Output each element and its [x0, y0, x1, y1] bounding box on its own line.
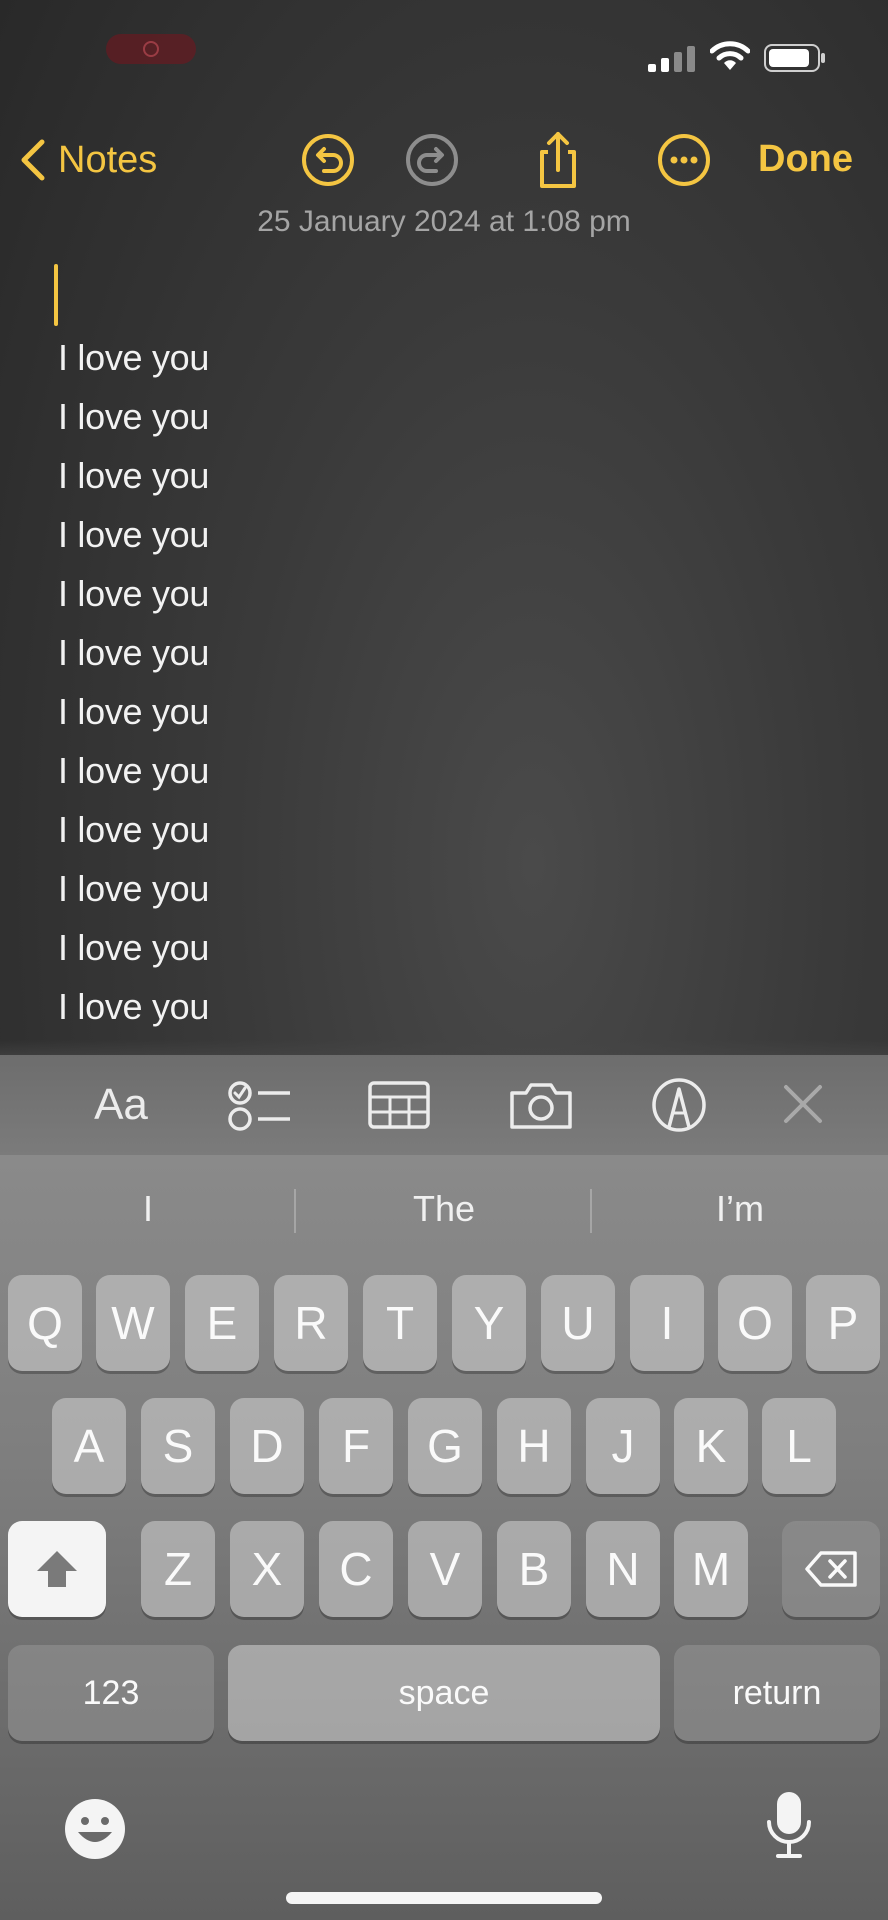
note-body[interactable]: I love you I love you I love you I love …	[58, 330, 758, 1038]
key-k[interactable]: K	[674, 1398, 748, 1494]
key-a[interactable]: A	[52, 1398, 126, 1494]
done-button[interactable]: Done	[758, 138, 853, 181]
key-n[interactable]: N	[586, 1521, 660, 1617]
back-to-notes-button[interactable]: Notes	[18, 132, 157, 188]
status-bar	[0, 0, 888, 110]
microphone-icon[interactable]	[764, 1790, 814, 1862]
note-line: I love you	[58, 868, 210, 909]
key-r[interactable]: R	[274, 1275, 348, 1371]
battery-icon	[764, 44, 825, 72]
key-e[interactable]: E	[185, 1275, 259, 1371]
key-w[interactable]: W	[96, 1275, 170, 1371]
note-line: I love you	[58, 337, 210, 378]
key-g[interactable]: G	[408, 1398, 482, 1494]
note-line: I love you	[58, 986, 210, 1027]
shift-icon	[37, 1551, 77, 1587]
suggestion-item[interactable]: I’m	[592, 1169, 888, 1249]
key-c[interactable]: C	[319, 1521, 393, 1617]
return-key[interactable]: return	[674, 1645, 880, 1741]
key-t[interactable]: T	[363, 1275, 437, 1371]
key-i[interactable]: I	[630, 1275, 704, 1371]
note-line: I love you	[58, 691, 210, 732]
key-u[interactable]: U	[541, 1275, 615, 1371]
key-y[interactable]: Y	[452, 1275, 526, 1371]
note-line: I love you	[58, 573, 210, 614]
key-d[interactable]: D	[230, 1398, 304, 1494]
note-line: I love you	[58, 927, 210, 968]
shift-key[interactable]	[8, 1521, 106, 1617]
note-line: I love you	[58, 514, 210, 555]
space-key[interactable]: space	[228, 1645, 660, 1741]
key-h[interactable]: H	[497, 1398, 571, 1494]
emoji-icon[interactable]	[62, 1796, 128, 1862]
key-j[interactable]: J	[586, 1398, 660, 1494]
wifi-icon	[710, 41, 750, 70]
key-f[interactable]: F	[319, 1398, 393, 1494]
text-style-button[interactable]: Aa	[86, 1077, 156, 1133]
share-icon[interactable]	[528, 130, 588, 190]
home-indicator[interactable]	[286, 1892, 602, 1904]
note-line: I love you	[58, 632, 210, 673]
cellular-signal-icon	[648, 46, 695, 72]
note-date: 25 January 2024 at 1:08 pm	[257, 205, 631, 238]
close-icon[interactable]	[768, 1077, 838, 1133]
back-label: Notes	[58, 138, 158, 181]
key-s[interactable]: S	[141, 1398, 215, 1494]
key-b[interactable]: B	[497, 1521, 571, 1617]
suggestion-item[interactable]: I	[0, 1169, 296, 1249]
note-toolbar: Notes Done	[0, 120, 888, 200]
redo-icon[interactable]	[402, 130, 462, 190]
formatting-bar: Aa	[0, 1055, 888, 1155]
suggestion-item[interactable]: The	[296, 1169, 592, 1249]
suggestion-bar: I The I’m	[0, 1169, 888, 1249]
key-x[interactable]: X	[230, 1521, 304, 1617]
numbers-key[interactable]: 123	[8, 1645, 214, 1741]
key-z[interactable]: Z	[141, 1521, 215, 1617]
markup-icon[interactable]	[644, 1077, 714, 1133]
key-v[interactable]: V	[408, 1521, 482, 1617]
chevron-left-icon	[21, 139, 45, 181]
key-l[interactable]: L	[762, 1398, 836, 1494]
note-line: I love you	[58, 455, 210, 496]
text-cursor	[54, 264, 58, 326]
delete-icon	[805, 1551, 857, 1587]
delete-key[interactable]	[782, 1521, 880, 1617]
key-p[interactable]: P	[806, 1275, 880, 1371]
note-line: I love you	[58, 750, 210, 791]
note-line: I love you	[58, 809, 210, 850]
key-m[interactable]: M	[674, 1521, 748, 1617]
key-q[interactable]: Q	[8, 1275, 82, 1371]
note-line: I love you	[58, 396, 210, 437]
checklist-icon[interactable]	[224, 1077, 294, 1133]
key-o[interactable]: O	[718, 1275, 792, 1371]
more-icon[interactable]	[654, 130, 714, 190]
undo-icon[interactable]	[298, 130, 358, 190]
camera-icon[interactable]	[506, 1077, 576, 1133]
table-icon[interactable]	[364, 1077, 434, 1133]
recording-dot	[143, 41, 159, 57]
keyboard: I The I’m Q W E R T Y U I O P A S D F G …	[0, 1155, 888, 1920]
